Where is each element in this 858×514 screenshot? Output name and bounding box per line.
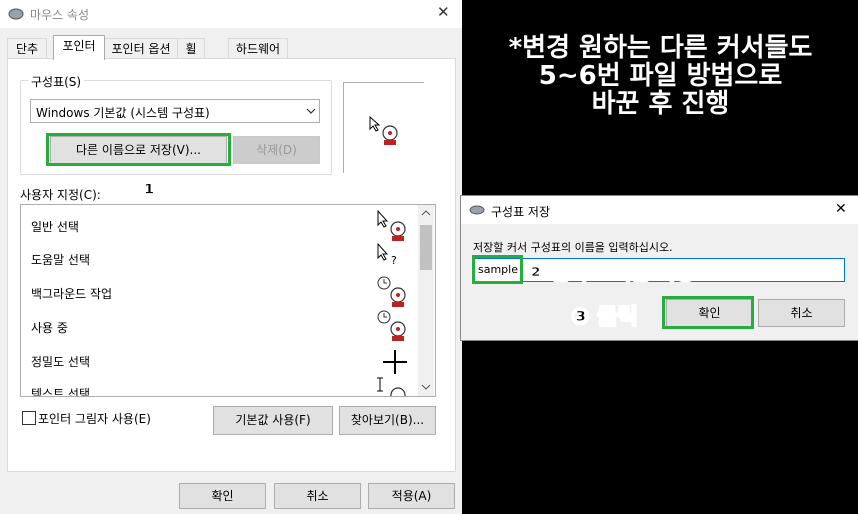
custom-label: 사용자 지정(C): [20,188,101,202]
scheme-select[interactable]: Windows 기본값 (시스템 구성표) [30,99,320,123]
close-icon[interactable]: ✕ [835,201,847,217]
busy-cursor-icon [377,310,406,341]
tab-pointers[interactable]: 포인터 [53,35,105,60]
precision-crosshair-icon [383,350,407,374]
note-line: *변경 원하는 다른 커서들도 [508,33,813,63]
close-icon[interactable]: ✕ [437,3,450,21]
list-item[interactable]: 사용 중 [31,319,68,336]
chevron-down-icon [306,108,316,114]
scheme-select-value: Windows 기본값 (시스템 구성표) [36,106,210,120]
save-dialog-prompt: 저장할 커서 구성표의 이름을 입력하십시오. [473,241,673,254]
window-title: 마우스 속성 [30,8,90,22]
help-cursor-icon: ? [377,242,397,267]
step2-callout: ② 임의로 이름 지정 [527,260,695,285]
list-item[interactable]: 도움말 선택 [31,251,90,268]
step1-callout: ① 클릭 [140,178,208,204]
apply-button[interactable]: 적용(A) [368,483,455,509]
note-line: 5~6번 파일 방법으로 [538,61,783,91]
scrollbar[interactable] [418,205,434,396]
save-scheme-dialog: 구성표 저장 ✕ 저장할 커서 구성표의 이름을 입력하십시오. sample … [460,195,858,341]
ok-highlight [662,296,754,329]
instruction-note: *변경 원하는 다른 커서들도 5~6번 파일 방법으로 바꾼 후 진행 [488,34,833,118]
scheme-group-label: 구성표(S) [28,73,85,90]
ok-button[interactable]: 확인 [179,483,266,509]
note-line: 바꾼 후 진행 [591,89,730,119]
cancel-button[interactable]: 취소 [274,483,361,509]
input-highlight [472,255,523,284]
list-item[interactable]: 정밀도 선택 [31,353,90,370]
tab-hardware[interactable]: 하드웨어 [228,38,288,59]
list-item[interactable]: 일반 선택 [31,218,79,235]
scrollbar-thumb[interactable] [420,225,432,270]
shadow-checkbox-label: 포인터 그림자 사용(E) [38,412,151,426]
save-as-highlight [46,133,231,166]
delete-button[interactable]: 삭제(D) [233,136,320,164]
busy-cursor-icon [369,115,398,145]
step3-callout: ③ 클릭 [571,305,639,331]
save-dialog-title: 구성표 저장 [491,205,551,219]
mouse-icon [8,8,24,20]
text-select-cursor-icon [377,377,406,396]
mouse-properties-dialog: 마우스 속성 ✕ 단추 포인터 포인터 옵션 휠 하드웨어 구성표(S) Win… [0,0,462,514]
shadow-checkbox[interactable] [22,411,36,425]
mouse-icon [469,205,485,215]
normal-select-cursor-icon [377,209,406,241]
save-dialog-title-bar: 구성표 저장 ✕ [461,196,858,224]
browse-button[interactable]: 찾아보기(B)... [339,406,436,435]
save-cancel-button[interactable]: 취소 [758,299,845,327]
cursor-preview [343,82,424,173]
title-bar: 마우스 속성 ✕ [0,0,462,28]
tab-wheel[interactable]: 휠 [177,38,205,59]
list-item[interactable]: 텍스트 선택 [31,385,90,396]
cursor-list[interactable]: 일반 선택 도움말 선택 백그라운드 작업 사용 중 정밀도 선택 텍스트 선택… [20,204,436,397]
chevron-up-icon[interactable] [421,210,431,216]
tab-buttons[interactable]: 단추 [7,38,47,59]
background-working-cursor-icon [377,276,406,307]
svg-text:?: ? [391,254,397,267]
list-item[interactable]: 백그라운드 작업 [31,285,112,302]
chevron-down-icon[interactable] [421,384,431,390]
use-default-button[interactable]: 기본값 사용(F) [213,406,333,435]
tab-pointer-options[interactable]: 포인터 옵션 [104,38,178,59]
